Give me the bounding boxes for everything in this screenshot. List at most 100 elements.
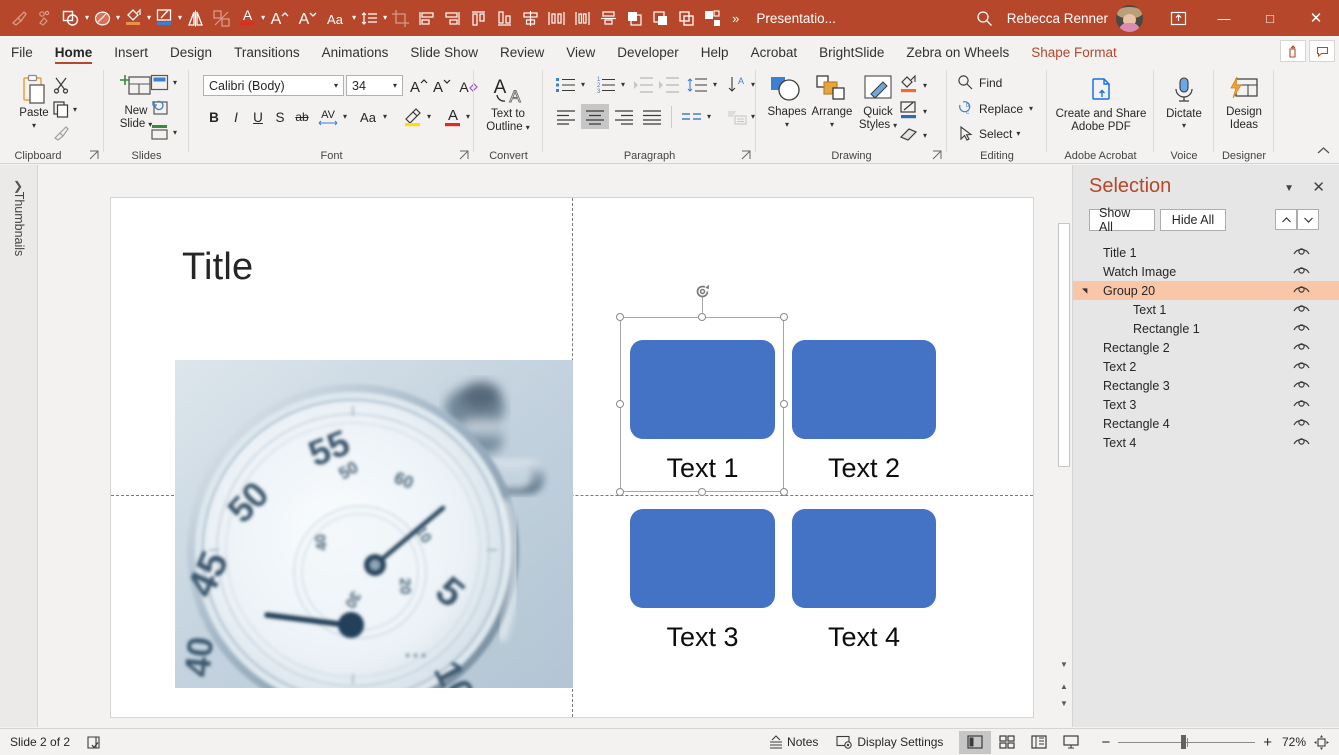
slide-sorter-button[interactable] — [991, 731, 1023, 754]
visibility-eye-icon[interactable] — [1293, 302, 1310, 316]
italic-button[interactable]: I — [225, 106, 247, 128]
selection-pane-item[interactable]: Watch Image — [1073, 262, 1339, 281]
resize-handle-s[interactable] — [698, 488, 706, 496]
comment-icon[interactable] — [1309, 40, 1335, 62]
visibility-eye-icon[interactable] — [1293, 416, 1310, 430]
move-up-button[interactable] — [1275, 209, 1297, 230]
shape-fill-red-icon[interactable] — [89, 3, 115, 33]
accessibility-checker-icon[interactable] — [86, 735, 101, 750]
shape-effects-button[interactable]: ▾ — [899, 125, 927, 145]
crop-icon[interactable] — [387, 3, 413, 33]
increase-indent-button[interactable] — [657, 74, 681, 96]
zoom-slider[interactable] — [1118, 735, 1256, 749]
selection-pane-item[interactable]: Text 4 — [1073, 433, 1339, 452]
bring-forward-icon[interactable] — [673, 3, 699, 33]
align-left-icon[interactable] — [413, 3, 439, 33]
character-spacing-caret[interactable]: ▾ — [343, 112, 347, 121]
shape-outline-button[interactable]: ▾ — [899, 100, 927, 122]
change-case-button[interactable]: Aa — [355, 106, 381, 128]
zoom-out-button[interactable]: − — [1101, 734, 1110, 751]
convert-to-smartart-button[interactable] — [725, 106, 749, 128]
resize-handle-se[interactable] — [780, 488, 788, 496]
align-center-button[interactable] — [581, 104, 609, 129]
paste-caret[interactable]: ▾ — [32, 122, 36, 130]
rectangle-4-shape[interactable] — [792, 509, 936, 608]
drawing-dialog-launcher[interactable] — [932, 150, 944, 162]
line-spacing-icon[interactable] — [356, 3, 382, 33]
tab-slide-show[interactable]: Slide Show — [399, 45, 489, 65]
group-icon[interactable] — [699, 3, 725, 33]
increase-font-size-icon[interactable]: A — [265, 3, 293, 33]
align-center-icon[interactable] — [517, 3, 543, 33]
slide-surface[interactable]: Title 55 50 45 40 5 10 50 60 10 20 30 40… — [111, 198, 1033, 717]
zoom-level[interactable]: 72% — [1282, 735, 1306, 749]
tab-brightslide[interactable]: BrightSlide — [808, 45, 895, 65]
zoom-in-button[interactable]: + — [1263, 734, 1272, 751]
watch-image[interactable]: 55 50 45 40 35 5 10 15 — [175, 360, 573, 688]
visibility-eye-icon[interactable] — [1293, 435, 1310, 449]
text-to-outline-caret[interactable]: ▾ — [526, 123, 530, 132]
format-painter-icon[interactable] — [6, 3, 32, 33]
increase-font-size-button[interactable]: A — [407, 75, 429, 97]
shape-merge-icon[interactable] — [58, 3, 84, 33]
align-middle-icon[interactable] — [595, 3, 621, 33]
section-caret[interactable]: ▾ — [173, 128, 177, 137]
layout-caret[interactable]: ▾ — [173, 78, 177, 87]
select-caret[interactable]: ▾ — [1016, 129, 1020, 138]
align-top-icon[interactable] — [465, 3, 491, 33]
dictate-button[interactable]: Dictate ▾ — [1156, 76, 1212, 130]
tab-review[interactable]: Review — [489, 45, 555, 65]
user-name[interactable]: Rebecca Renner — [1007, 11, 1108, 26]
distribute-horizontally-icon[interactable] — [543, 3, 569, 33]
expand-collapse-icon[interactable]: ◢ — [1081, 288, 1089, 293]
text-shadow-button[interactable]: S — [269, 106, 291, 128]
font-dialog-launcher[interactable] — [459, 150, 471, 162]
reset-button[interactable] — [150, 100, 169, 117]
tab-developer[interactable]: Developer — [606, 45, 690, 65]
font-size-input[interactable]: 34 ▾ — [346, 75, 403, 96]
resize-handle-ne[interactable] — [780, 313, 788, 321]
decrease-indent-button[interactable] — [631, 74, 655, 96]
visibility-eye-icon[interactable] — [1293, 340, 1310, 354]
bring-to-front-icon[interactable] — [621, 3, 647, 33]
text-to-outline-button[interactable]: A A Text to Outline ▾ — [480, 76, 536, 134]
fill-color-icon[interactable] — [120, 3, 146, 33]
tab-help[interactable]: Help — [690, 45, 740, 65]
bold-button[interactable]: B — [203, 106, 225, 128]
tab-shape-format[interactable]: Shape Format — [1020, 45, 1128, 65]
tab-zebra-on-wheels[interactable]: Zebra on Wheels — [895, 45, 1020, 65]
fit-to-window-icon[interactable] — [1314, 734, 1329, 750]
layout-button[interactable]: ▾ — [150, 74, 177, 91]
distribute-vertically-icon[interactable] — [569, 3, 595, 33]
tab-home[interactable]: Home — [44, 45, 104, 65]
align-bottom-icon[interactable] — [491, 3, 517, 33]
animation-painter-icon[interactable] — [32, 3, 58, 33]
canvas-vertical-scrollbar[interactable]: ▼ ▲ ▼ — [1056, 165, 1072, 727]
tab-animations[interactable]: Animations — [311, 45, 400, 65]
visibility-eye-icon[interactable] — [1293, 359, 1310, 373]
resize-handle-n[interactable] — [698, 313, 706, 321]
maximize-button[interactable]: □ — [1247, 0, 1293, 36]
tab-acrobat[interactable]: Acrobat — [740, 45, 809, 65]
clipboard-dialog-launcher[interactable] — [89, 150, 101, 162]
tab-view[interactable]: View — [555, 45, 606, 65]
align-left-button[interactable] — [553, 106, 579, 128]
slide-title-placeholder[interactable]: Title — [182, 246, 253, 289]
format-painter-button[interactable] — [52, 124, 70, 142]
align-right-button[interactable] — [611, 106, 637, 128]
replace-caret[interactable]: ▾ — [1029, 104, 1033, 113]
character-spacing-button[interactable]: AV — [315, 106, 341, 128]
avatar[interactable] — [1116, 4, 1143, 32]
resize-handle-sw[interactable] — [616, 488, 624, 496]
change-case-caret[interactable]: ▾ — [383, 112, 387, 121]
scroll-down-arrow-icon[interactable]: ▼ — [1058, 657, 1070, 671]
shape-size-icon[interactable] — [208, 3, 234, 33]
shapes-caret[interactable]: ▾ — [785, 121, 789, 129]
shape-fill-button[interactable]: ▾ — [899, 74, 927, 96]
decrease-font-size-button[interactable]: A — [430, 75, 452, 97]
selection-pane-item[interactable]: Text 1 — [1073, 300, 1339, 319]
create-and-share-adobe-pdf-button[interactable]: Create and Share Adobe PDF — [1056, 76, 1146, 134]
slide-show-button[interactable] — [1055, 731, 1087, 754]
selection-pane-item[interactable]: Rectangle 3 — [1073, 376, 1339, 395]
close-icon[interactable]: ✕ — [1312, 178, 1325, 196]
